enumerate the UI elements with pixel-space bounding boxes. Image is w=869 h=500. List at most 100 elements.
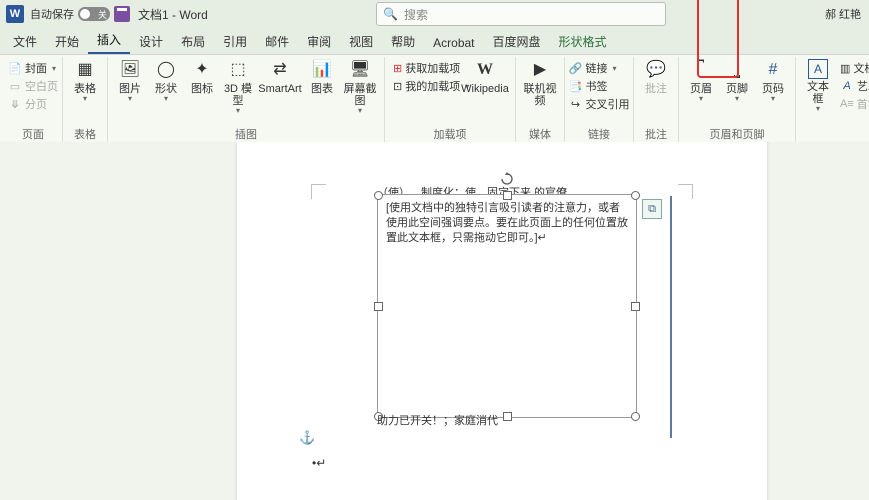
ribbon-tabs: 文件 开始 插入 设计 布局 引用 邮件 审阅 视图 帮助 Acrobat 百度… [0, 28, 869, 55]
group-header-footer-label: 页眉和页脚 [683, 128, 791, 143]
tab-shape-format[interactable]: 形状格式 [550, 29, 616, 54]
group-media-label: 媒体 [520, 128, 560, 143]
blank-page-button[interactable]: ▭空白页 [4, 77, 62, 95]
shapes-icon: ◯ [155, 59, 177, 81]
screenshot-button[interactable]: 🖥屏幕截图▾ [340, 57, 380, 115]
obscured-text-bottom: 助力已开关！；家庭消代 [377, 412, 635, 428]
online-video-button[interactable]: ▶联机视频 [520, 57, 560, 107]
wordart-button[interactable]: A艺术字▾ [836, 77, 869, 95]
margin-corner-tl [311, 184, 326, 199]
bookmark-icon: 📑 [569, 79, 583, 93]
bookmark-button[interactable]: 📑书签 [565, 77, 634, 95]
tab-view[interactable]: 视图 [340, 29, 382, 54]
group-illustrations: 🖼图片▾ ◯形状▾ ✦图标 ⬚3D 模型▾ ⇄SmartArt 📊图表 🖥屏幕截… [108, 57, 385, 143]
group-tables-label: 表格 [67, 128, 103, 143]
page-break-button[interactable]: ⤋分页 [4, 95, 62, 113]
tab-acrobat[interactable]: Acrobat [424, 32, 483, 54]
save-icon[interactable] [114, 6, 130, 22]
tab-baidu[interactable]: 百度网盘 [484, 29, 550, 54]
text-box-icon: A [808, 59, 828, 79]
3d-models-button[interactable]: ⬚3D 模型▾ [220, 57, 256, 115]
addin-icon: ⊡ [393, 79, 402, 93]
resize-handle[interactable] [631, 191, 640, 200]
search-box[interactable]: 🔍 搜索 [376, 2, 666, 26]
resize-handle[interactable] [503, 191, 512, 200]
group-comments-label: 批注 [638, 128, 674, 143]
autosave-toggle[interactable]: 关 [78, 7, 110, 21]
quick-parts-button[interactable]: ▥文档部件▾ [836, 59, 869, 77]
drop-cap-button[interactable]: A≡首字下沉▾ [836, 95, 869, 113]
cover-page-icon: 📄 [8, 61, 22, 75]
smartart-icon: ⇄ [269, 59, 291, 81]
footer-icon: ⎵ [726, 59, 748, 81]
wordart-icon: A [840, 79, 854, 93]
account-area[interactable]: 郝 红艳 [825, 6, 861, 22]
header-button[interactable]: ⎴页眉▾ [683, 57, 719, 103]
get-addins-button[interactable]: ⊞获取加载项 [389, 59, 459, 77]
comment-icon: 💬 [645, 59, 667, 81]
footer-button[interactable]: ⎵页脚▾ [719, 57, 755, 103]
tab-home[interactable]: 开始 [46, 29, 88, 54]
tab-file[interactable]: 文件 [4, 29, 46, 54]
link-icon: 🔗 [569, 61, 583, 75]
page: （使）…制度化；使…固定下来 的官僚… ⧉ [使用文档中的独特引言吸引读者的注意… [237, 142, 767, 500]
group-comments: 💬批注 批注 [634, 57, 679, 143]
anchor-icon: ⚓ [299, 430, 315, 446]
paragraph-mark: •↵ [312, 456, 326, 470]
xref-icon: ↪ [569, 97, 583, 111]
pictures-icon: 🖼 [119, 59, 141, 81]
table-icon: ▦ [74, 59, 96, 81]
layout-options-icon[interactable]: ⧉ [642, 199, 662, 219]
resize-handle[interactable] [631, 302, 640, 311]
comment-button[interactable]: 💬批注 [638, 57, 674, 95]
tab-references[interactable]: 引用 [214, 29, 256, 54]
vertical-rule [670, 196, 672, 438]
blank-page-icon: ▭ [8, 79, 22, 93]
document-canvas[interactable]: （使）…制度化；使…固定下来 的官僚… ⧉ [使用文档中的独特引言吸引读者的注意… [0, 142, 869, 500]
tab-mailings[interactable]: 邮件 [256, 29, 298, 54]
tab-insert[interactable]: 插入 [88, 27, 130, 54]
tab-layout[interactable]: 布局 [172, 29, 214, 54]
group-media: ▶联机视频 媒体 [516, 57, 565, 143]
text-box-content[interactable]: [使用文档中的独特引言吸引读者的注意力，或者使用此空间强调要点。要在此页面上的任… [378, 195, 636, 252]
page-break-icon: ⤋ [8, 97, 22, 111]
group-illustrations-label: 插图 [112, 128, 380, 143]
resize-handle[interactable] [374, 191, 383, 200]
group-links: 🔗链接▾ 📑书签 ↪交叉引用 链接 [565, 57, 634, 143]
cross-reference-button[interactable]: ↪交叉引用 [565, 95, 634, 113]
search-icon: 🔍 [383, 7, 398, 21]
document-title: 文档1 - Word [138, 6, 208, 23]
header-icon: ⎴ [690, 59, 712, 81]
page-number-button[interactable]: #页码▾ [755, 57, 791, 103]
autosave-label: 自动保存 [30, 6, 74, 22]
wikipedia-button[interactable]: WWikipedia [459, 57, 511, 95]
store-icon: ⊞ [393, 61, 402, 75]
pictures-button[interactable]: 🖼图片▾ [112, 57, 148, 103]
resize-handle[interactable] [374, 302, 383, 311]
smartart-button[interactable]: ⇄SmartArt [256, 57, 304, 95]
tab-design[interactable]: 设计 [130, 29, 172, 54]
chart-button[interactable]: 📊图表 [304, 57, 340, 95]
page-number-icon: # [762, 59, 784, 81]
tab-review[interactable]: 审阅 [298, 29, 340, 54]
link-button[interactable]: 🔗链接▾ [565, 59, 634, 77]
rotate-handle-icon[interactable] [500, 172, 514, 186]
shapes-button[interactable]: ◯形状▾ [148, 57, 184, 103]
my-addins-button[interactable]: ⊡我的加载项▾ [389, 77, 459, 95]
word-app-icon: W [6, 5, 24, 23]
margin-corner-tr [678, 184, 693, 199]
chart-icon: 📊 [311, 59, 333, 81]
quick-parts-icon: ▥ [840, 61, 850, 75]
text-box-selected[interactable]: ⧉ [使用文档中的独特引言吸引读者的注意力，或者使用此空间强调要点。要在此页面上… [377, 194, 637, 418]
table-button[interactable]: ▦表格▾ [67, 57, 103, 103]
icons-button[interactable]: ✦图标 [184, 57, 220, 95]
wikipedia-icon: W [474, 59, 496, 81]
tab-help[interactable]: 帮助 [382, 29, 424, 54]
video-icon: ▶ [529, 59, 551, 81]
cover-page-button[interactable]: 📄封面▾ [4, 59, 62, 77]
text-box-button[interactable]: A文本框▾ [800, 57, 836, 113]
ribbon: 📄封面▾ ▭空白页 ⤋分页 页面 ▦表格▾ 表格 🖼图片▾ ◯形状▾ ✦图标 ⬚… [0, 55, 869, 144]
group-text-label: 文本 [800, 128, 869, 143]
group-text: A文本框▾ ▥文档部件▾ A艺术字▾ A≡首字下沉▾ ✎签名行▾ 📅日期和时间 … [796, 57, 869, 143]
group-tables: ▦表格▾ 表格 [63, 57, 108, 143]
